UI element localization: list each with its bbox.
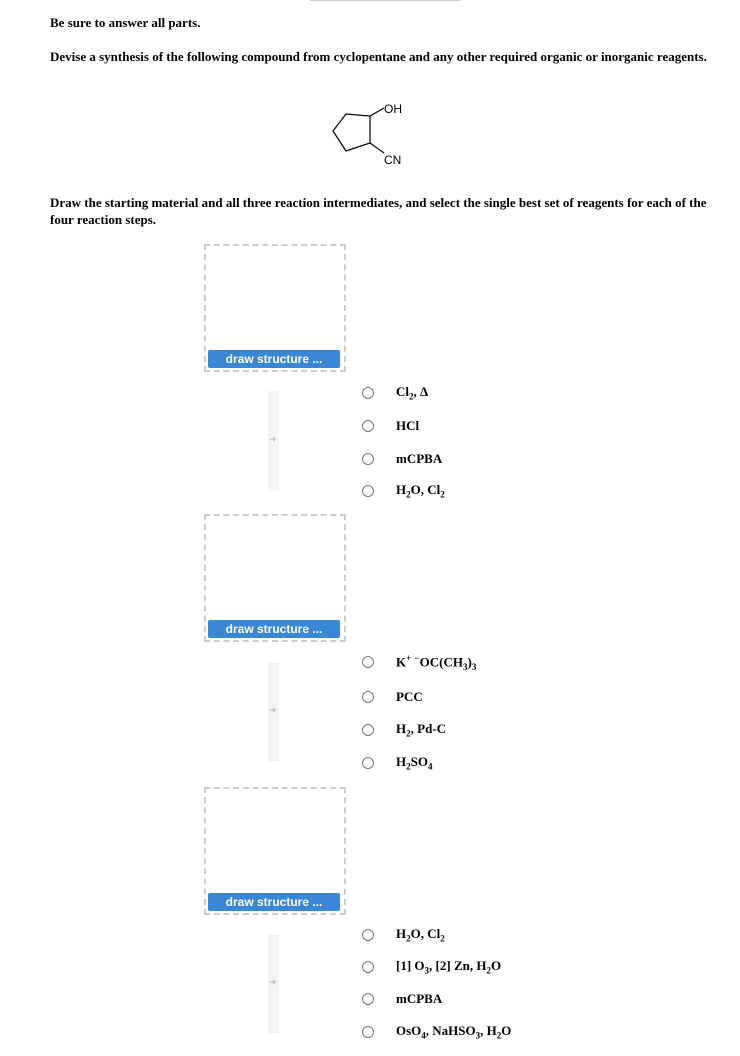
reagent-label: OsO4, NaHSO3, H2O [396, 1023, 511, 1041]
reaction-arrow-slot[interactable]: ➜ [268, 934, 279, 1034]
radio-button[interactable] [362, 656, 374, 668]
radio-button[interactable] [362, 420, 374, 432]
reagent-label: PCC [396, 689, 423, 705]
reagent-text: mCPBA [396, 451, 443, 466]
instruction-answer-all: Be sure to answer all parts. [50, 15, 201, 30]
structure-box-2[interactable]: draw structure ... [204, 514, 346, 642]
reagent-text: , H [480, 1023, 497, 1039]
reagent-option[interactable]: OsO4, NaHSO3, H2O [362, 1022, 511, 1042]
reagent-option[interactable]: [1] O3, [2] Zn, H2O [362, 957, 501, 977]
radio-button[interactable] [362, 1026, 374, 1038]
reagent-label: mCPBA [396, 451, 442, 467]
reagent-text: 2 [440, 933, 445, 944]
reagent-label: HCl [396, 418, 419, 434]
reagent-text: OC(CH [419, 653, 463, 669]
reagent-label: [1] O3, [2] Zn, H2O [396, 958, 501, 976]
radio-button[interactable] [362, 929, 374, 941]
reagent-text: PCC [396, 689, 423, 704]
reagent-option[interactable]: HCl [362, 416, 419, 436]
radio-button[interactable] [362, 757, 374, 769]
oh-label: OH [384, 102, 402, 116]
draw-structure-button[interactable]: draw structure ... [208, 350, 340, 368]
radio-button[interactable] [362, 387, 374, 399]
radio-button[interactable] [362, 453, 374, 465]
reagent-text: O, Cl [410, 926, 441, 942]
reagent-option[interactable]: H2SO4 [362, 753, 432, 773]
reagent-text: , Δ [413, 384, 429, 400]
reagent-text: 4 [427, 761, 433, 772]
reagent-label: H2, Pd-C [396, 721, 446, 739]
radio-button[interactable] [362, 724, 374, 736]
reagent-text: SO [410, 754, 428, 770]
reagent-text: O [490, 958, 502, 974]
reagent-text: O [501, 1023, 512, 1039]
reagent-text: HCl [396, 418, 420, 433]
reagent-text: mCPBA [396, 991, 443, 1006]
radio-button[interactable] [362, 485, 374, 497]
structure-box-1[interactable]: draw structure ... [204, 244, 346, 372]
reagent-text: H [396, 482, 407, 498]
reagent-option[interactable]: mCPBA [362, 449, 442, 469]
radio-button[interactable] [362, 993, 374, 1005]
reagent-option[interactable]: H2O, Cl2 [362, 481, 445, 501]
reagent-text: H [396, 721, 407, 737]
reagent-option[interactable]: K+ −OC(CH3)3 [362, 652, 476, 672]
reagent-text: 2 [440, 489, 445, 500]
reagent-option[interactable]: PCC [362, 687, 423, 707]
reagent-text: H [396, 926, 407, 942]
reagent-label: mCPBA [396, 991, 442, 1007]
cn-label: CN [384, 153, 401, 167]
arrow-icon: ➜ [269, 706, 277, 716]
top-divider [310, 0, 460, 1]
reagent-option[interactable]: Cl2, Δ [362, 383, 428, 403]
draw-structure-button[interactable]: draw structure ... [208, 620, 340, 638]
structure-box-3[interactable]: draw structure ... [204, 787, 346, 915]
reagent-label: H2O, Cl2 [396, 926, 445, 944]
reagent-option[interactable]: H2, Pd-C [362, 720, 446, 740]
reagent-text: , NaHSO [425, 1023, 476, 1039]
reagent-text: 3 [471, 661, 477, 672]
arrow-icon: ➜ [269, 978, 277, 988]
radio-button[interactable] [362, 961, 374, 973]
reaction-arrow-slot[interactable]: ➜ [268, 662, 279, 762]
reagent-text: , [2] Zn, H [429, 958, 487, 974]
reagent-text: OsO [396, 1023, 422, 1039]
reagent-text: , Pd-C [410, 721, 447, 737]
reagent-text: O, Cl [410, 482, 441, 498]
draw-structure-button[interactable]: draw structure ... [208, 893, 340, 911]
reaction-arrow-slot[interactable]: ➜ [268, 391, 279, 491]
reagent-text: K [396, 653, 407, 669]
instruction-draw: Draw the starting material and all three… [50, 195, 707, 227]
target-molecule: OH CN [328, 96, 418, 172]
reagent-text: H [396, 754, 407, 770]
radio-button[interactable] [362, 691, 374, 703]
arrow-icon: ➜ [269, 435, 277, 445]
reagent-option[interactable]: mCPBA [362, 989, 442, 1009]
reagent-label: H2SO4 [396, 754, 432, 772]
reagent-label: K+ −OC(CH3)3 [396, 653, 476, 672]
instruction-devise: Devise a synthesis of the following comp… [50, 49, 707, 64]
reagent-text: Cl [396, 384, 409, 400]
reagent-label: Cl2, Δ [396, 384, 428, 402]
reagent-option[interactable]: H2O, Cl2 [362, 925, 445, 945]
reagent-label: H2O, Cl2 [396, 482, 445, 500]
reagent-text: [1] O [396, 958, 425, 974]
